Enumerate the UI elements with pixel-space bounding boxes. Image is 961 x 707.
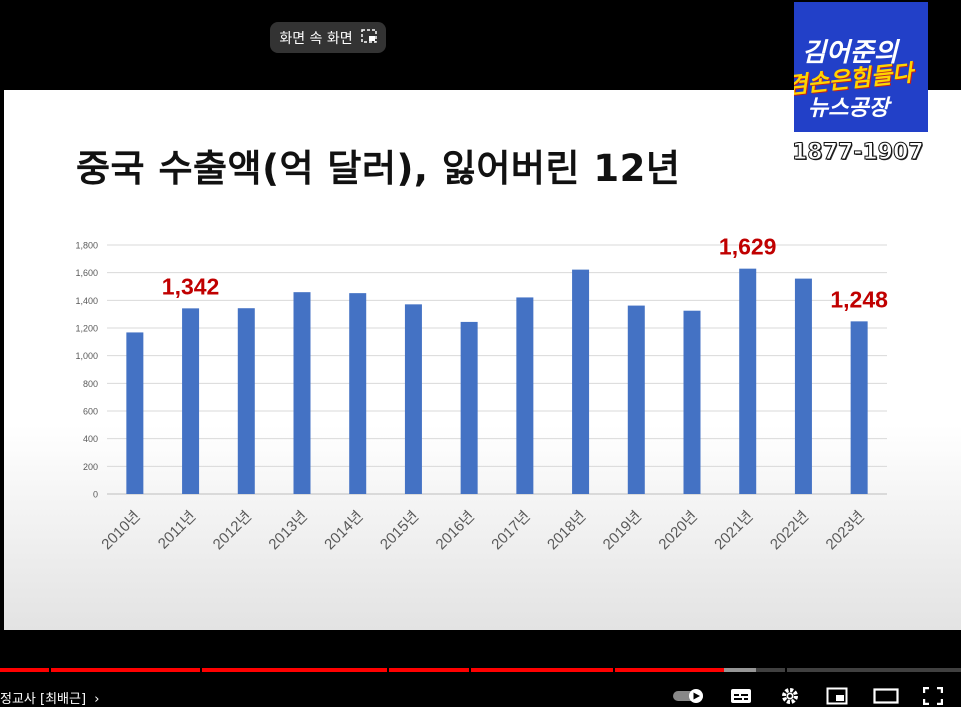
slide-title: 중국 수출액(억 달러), 잃어버린 12년 bbox=[76, 147, 681, 190]
settings-button[interactable] bbox=[778, 685, 802, 707]
chapter-divider bbox=[785, 668, 787, 672]
chapter-title-link[interactable]: 정교사 [최배근] › bbox=[0, 688, 99, 707]
theater-mode-button[interactable] bbox=[872, 685, 900, 707]
gear-icon bbox=[782, 688, 798, 704]
logo-years: 1877-1907 bbox=[792, 140, 925, 166]
fullscreen-icon bbox=[923, 687, 943, 705]
miniplayer-button[interactable] bbox=[824, 685, 850, 707]
logo-member: ARS 멤버십 bbox=[822, 177, 887, 191]
subtitles-button[interactable] bbox=[729, 685, 753, 707]
pip-icon bbox=[360, 28, 377, 47]
theater-icon bbox=[873, 688, 899, 704]
progress-buffered bbox=[723, 668, 757, 672]
chapter-divider bbox=[469, 668, 471, 672]
subtitles-icon bbox=[731, 689, 751, 703]
logo-line3: 뉴스공장 bbox=[808, 96, 889, 121]
progress-played bbox=[0, 668, 724, 672]
miniplayer-icon bbox=[826, 687, 848, 705]
autoplay-toggle[interactable] bbox=[671, 685, 709, 707]
autoplay-icon bbox=[673, 689, 703, 703]
picture-in-picture-button[interactable]: 화면 속 화면 bbox=[270, 22, 386, 53]
chapter-divider bbox=[613, 668, 615, 672]
fullscreen-button[interactable] bbox=[921, 685, 945, 707]
pip-label: 화면 속 화면 bbox=[279, 30, 353, 47]
logo-divider bbox=[794, 168, 928, 170]
chapter-divider bbox=[200, 668, 202, 672]
chapter-divider bbox=[49, 668, 51, 672]
chapter-title: 정교사 [최배근] bbox=[0, 692, 87, 707]
channel-logo: 김어준의 겸손은힘들다 뉴스공장 bbox=[794, 2, 928, 132]
chapter-divider bbox=[387, 668, 389, 672]
chapter-arrow-icon: › bbox=[94, 692, 100, 707]
